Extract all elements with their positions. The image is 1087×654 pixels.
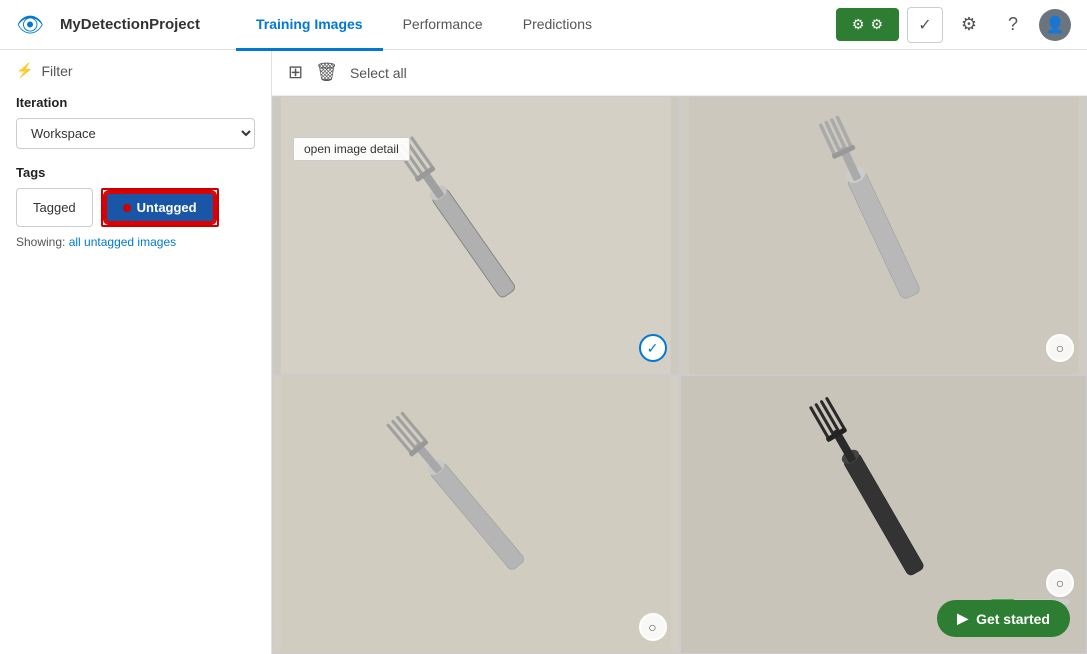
check-icon: ✓	[918, 15, 931, 35]
get-started-label: Get started	[976, 611, 1050, 627]
add-images-button[interactable]: ⊞	[288, 62, 303, 83]
filter-row[interactable]: ⚡ Filter	[16, 62, 255, 79]
check-button[interactable]: ✓	[907, 7, 943, 43]
header: 👁 MyDetectionProject Training Images Per…	[0, 0, 1087, 50]
tab-performance[interactable]: Performance	[383, 1, 503, 51]
image-cell-1[interactable]: open image detail ✓	[272, 96, 680, 375]
check-circle-1[interactable]: ✓	[639, 334, 667, 362]
tags-buttons: Tagged Untagged	[16, 188, 255, 227]
settings-icon: ⚙	[961, 14, 977, 35]
untagged-dot-icon	[123, 204, 131, 212]
avatar[interactable]: 👤	[1039, 9, 1071, 41]
main-content: ⊞ 🗑 Select all	[272, 50, 1087, 654]
app-logo-icon: 👁	[16, 12, 44, 38]
check-circle-4[interactable]: ○	[1046, 569, 1074, 597]
train-button[interactable]: ⚙ ⚙	[836, 8, 899, 41]
check-circle-3[interactable]: ○	[639, 613, 667, 641]
tagged-button[interactable]: Tagged	[16, 188, 93, 227]
add-icon: ⊞	[288, 62, 303, 83]
delete-button[interactable]: 🗑	[315, 62, 338, 83]
image-cell-4[interactable]: ▶ Get started ○	[680, 375, 1087, 654]
train-icon: ⚙	[852, 16, 865, 33]
tab-predictions[interactable]: Predictions	[503, 1, 612, 51]
check-circle-2[interactable]: ○	[1046, 334, 1074, 362]
iteration-label: Iteration	[16, 95, 255, 110]
tags-section: Tags Tagged Untagged Showing: all untagg…	[16, 161, 255, 249]
untagged-label: Untagged	[137, 200, 197, 215]
iteration-section: Iteration Workspace	[16, 91, 255, 149]
settings-button[interactable]: ⚙	[951, 7, 987, 43]
showing-link[interactable]: all untagged images	[69, 235, 176, 249]
tags-label: Tags	[16, 165, 255, 180]
avatar-icon: 👤	[1045, 15, 1065, 35]
iteration-select[interactable]: Workspace	[16, 118, 255, 149]
image-cell-2[interactable]: ○	[680, 96, 1087, 375]
get-started-icon: ▶	[957, 610, 968, 627]
help-button[interactable]: ?	[995, 7, 1031, 43]
layout: ⚡ Filter Iteration Workspace Tags Tagged…	[0, 50, 1087, 654]
filter-label: Filter	[41, 63, 72, 79]
train-icon2: ⚙	[870, 16, 883, 33]
image-cell-3[interactable]: ○	[272, 375, 680, 654]
header-actions: ⚙ ⚙ ✓ ⚙ ? 👤	[836, 7, 1071, 43]
sidebar: ⚡ Filter Iteration Workspace Tags Tagged…	[0, 50, 272, 654]
get-started-button[interactable]: ▶ Get started	[937, 600, 1070, 637]
showing-text: Showing: all untagged images	[16, 235, 255, 249]
help-icon: ?	[1008, 14, 1018, 35]
image-grid: open image detail ✓	[272, 96, 1087, 654]
tab-training-images[interactable]: Training Images	[236, 1, 383, 51]
select-all-button[interactable]: Select all	[350, 65, 407, 81]
untagged-button-wrapper: Untagged	[101, 188, 219, 227]
filter-icon: ⚡	[16, 62, 33, 79]
main-nav: Training Images Performance Predictions	[236, 0, 820, 50]
delete-icon: 🗑	[315, 62, 338, 83]
project-name: MyDetectionProject	[60, 16, 200, 33]
untagged-button[interactable]: Untagged	[105, 192, 215, 223]
toolbar: ⊞ 🗑 Select all	[272, 50, 1087, 96]
